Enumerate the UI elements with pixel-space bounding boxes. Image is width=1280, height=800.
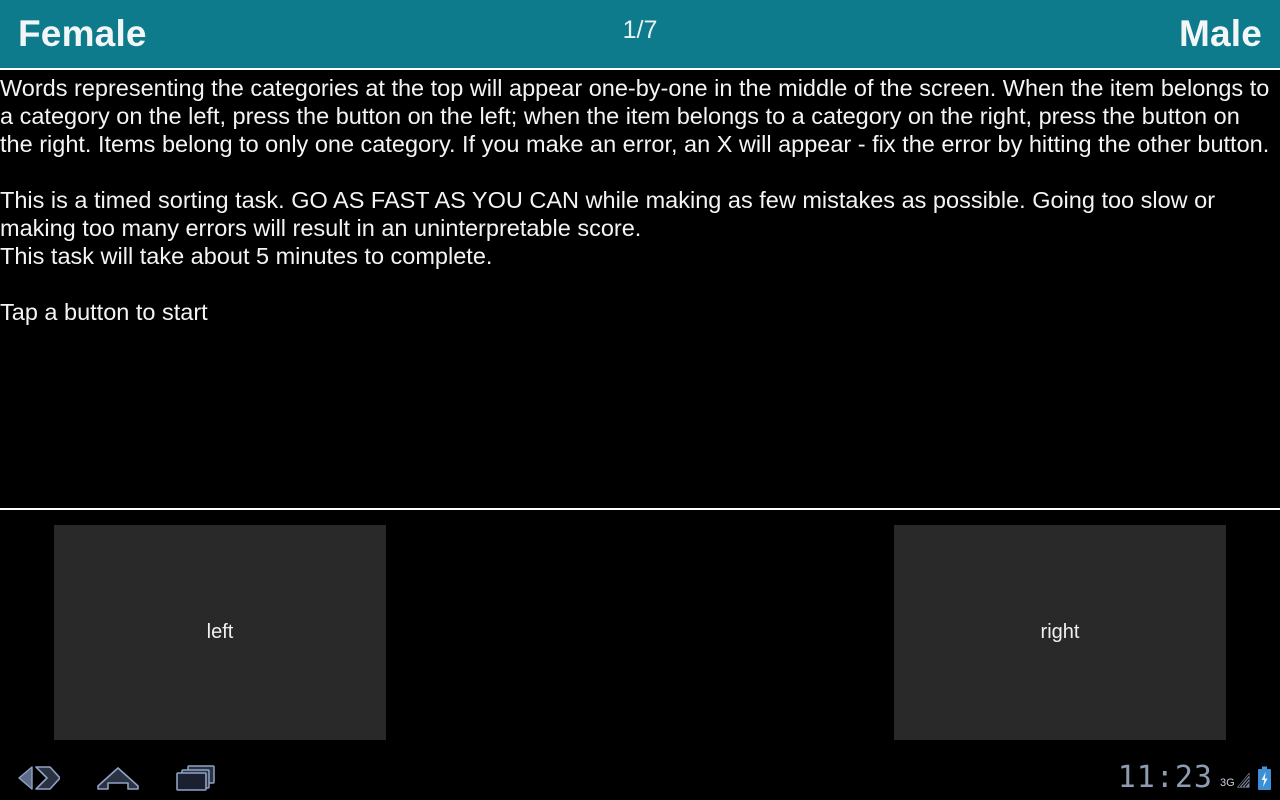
instructions-panel: Words representing the categories at the… bbox=[0, 74, 1280, 506]
paragraph-spacer-1 bbox=[0, 158, 1278, 186]
back-arrow-icon bbox=[18, 766, 60, 790]
battery-glyph-icon bbox=[1258, 766, 1271, 790]
category-header-bar: Female 1/7 Male bbox=[0, 0, 1280, 68]
instructions-paragraph-1: Words representing the categories at the… bbox=[0, 75, 1276, 157]
instructions-paragraph-2: This is a timed sorting task. GO AS FAST… bbox=[0, 187, 1222, 241]
left-response-button-label: left bbox=[206, 621, 234, 643]
left-response-button[interactable]: left bbox=[54, 525, 386, 740]
right-response-button[interactable]: right bbox=[894, 525, 1226, 740]
right-response-button-label: right bbox=[1040, 621, 1080, 643]
block-counter: 1/7 bbox=[622, 16, 658, 44]
recent-apps-button[interactable] bbox=[172, 761, 220, 795]
instructions-paragraph-3: This task will take about 5 minutes to c… bbox=[0, 243, 493, 269]
network-type-label: 3G bbox=[1220, 777, 1235, 789]
signal-triangle-icon bbox=[1236, 772, 1250, 788]
recent-apps-icon bbox=[176, 765, 215, 791]
signal-bars-icon[interactable]: 3G bbox=[1220, 766, 1250, 790]
status-area: 11:23 3G bbox=[1118, 758, 1272, 798]
system-navigation-bar bbox=[0, 755, 1280, 800]
response-button-area: left right bbox=[0, 510, 1280, 755]
home-button[interactable] bbox=[94, 761, 142, 795]
start-prompt: Tap a button to start bbox=[0, 299, 208, 325]
header-divider bbox=[0, 68, 1280, 70]
battery-charging-icon[interactable] bbox=[1257, 766, 1272, 791]
back-button[interactable] bbox=[14, 761, 62, 795]
right-category-label: Male bbox=[1178, 13, 1262, 54]
clock-display[interactable]: 11:23 bbox=[1118, 761, 1213, 795]
paragraph-spacer-2 bbox=[0, 270, 1278, 298]
home-icon bbox=[97, 767, 139, 790]
